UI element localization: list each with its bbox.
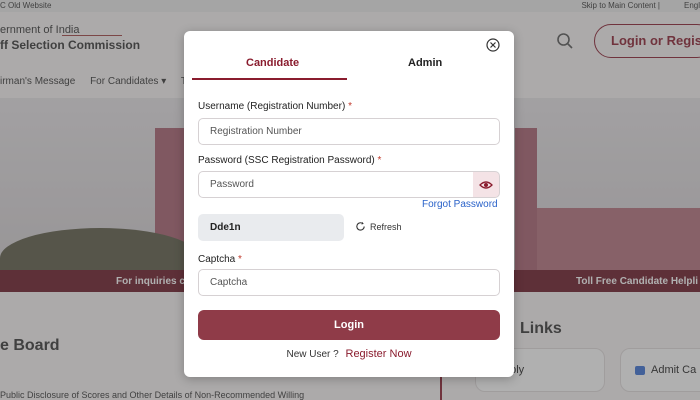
username-label: Username (Registration Number) * [198,101,352,112]
password-label: Password (SSC Registration Password) * [198,155,382,166]
tab-candidate[interactable]: Candidate [246,57,299,69]
register-now-link[interactable]: Register Now [346,348,412,360]
tab-admin[interactable]: Admin [408,57,442,69]
captcha-label: Captcha * [198,254,242,265]
captcha-image: Dde1n [198,214,344,241]
username-input[interactable] [198,118,500,145]
refresh-captcha-button[interactable]: Refresh [355,221,402,232]
login-button[interactable]: Login [198,310,500,340]
show-password-button[interactable] [473,171,500,198]
new-user-text: New User ? [286,349,339,360]
login-modal: Candidate Admin Username (Registration N… [184,31,514,377]
eye-icon [479,180,493,189]
refresh-icon [356,221,365,231]
captcha-input[interactable] [198,269,500,296]
close-icon[interactable] [486,38,500,52]
forgot-password-link[interactable]: Forgot Password [422,199,498,210]
active-tab-indicator [192,78,347,80]
password-input[interactable] [198,171,474,198]
refresh-label: Refresh [370,221,402,232]
new-user-prompt: New User ? Register Now [184,348,514,360]
